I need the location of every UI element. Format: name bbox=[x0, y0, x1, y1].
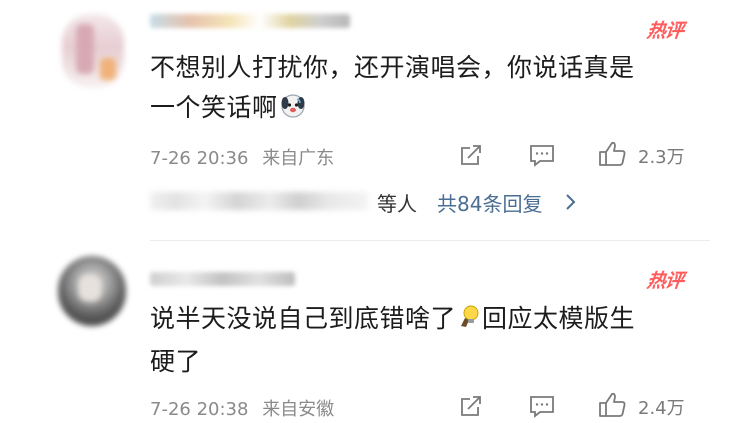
hot-comment-badge: 热评 bbox=[645, 20, 684, 42]
like-count: 2.4万 bbox=[638, 398, 685, 419]
comment-text-line: 一个笑话啊 bbox=[150, 88, 710, 131]
dog-emoji-icon bbox=[280, 91, 306, 131]
thumbs-up-icon bbox=[598, 140, 628, 172]
share-button[interactable] bbox=[458, 393, 484, 423]
comment-button[interactable] bbox=[528, 393, 556, 423]
timestamp: 7-26 20:38 bbox=[150, 399, 249, 420]
comment-text-line: 硬了 bbox=[150, 347, 202, 376]
replies-row[interactable]: 等人 共84条回复 bbox=[150, 186, 590, 216]
comment-icon bbox=[528, 393, 556, 423]
avatar[interactable] bbox=[62, 14, 124, 88]
comment-meta: 7-26 20:36 来自广东 bbox=[150, 144, 342, 170]
comment-text: 不想别人打扰你，还开演唱会，你说话真是 一个笑话啊 bbox=[150, 48, 710, 131]
share-icon bbox=[458, 393, 484, 423]
view-replies-link[interactable]: 共84条回复 bbox=[437, 188, 542, 217]
comment-text-segment: 说半天没说自己到底错啥了 bbox=[150, 304, 457, 333]
share-icon bbox=[458, 142, 484, 172]
username-redacted[interactable] bbox=[150, 14, 350, 28]
divider bbox=[150, 240, 710, 241]
avatar-blur bbox=[78, 274, 102, 302]
location: 来自广东 bbox=[262, 148, 335, 169]
thumbs-up-icon bbox=[598, 391, 628, 423]
comment-text: 说半天没说自己到底错啥了 回应太模版生 硬了 bbox=[150, 299, 710, 382]
comment-text-line: 说半天没说自己到底错啥了 回应太模版生 bbox=[150, 299, 710, 342]
reply-users-suffix: 等人 bbox=[377, 192, 417, 216]
location: 来自安徽 bbox=[262, 399, 335, 420]
comment-meta: 7-26 20:38 来自安徽 bbox=[150, 395, 342, 421]
like-count: 2.3万 bbox=[638, 147, 685, 168]
comment-text-segment: 回应太模版生 bbox=[482, 304, 636, 333]
comment-item: 热评 说半天没说自己到底错啥了 回应太模版生 硬了 7-26 20:38 来自安… bbox=[0, 242, 747, 421]
reply-users-redacted bbox=[150, 192, 368, 210]
comment-button[interactable] bbox=[528, 142, 556, 172]
timestamp: 7-26 20:36 bbox=[150, 148, 249, 169]
like-button[interactable]: 2.4万 bbox=[598, 391, 685, 423]
comment-icon bbox=[528, 142, 556, 172]
comment-text-line: 不想别人打扰你，还开演唱会，你说话真是 bbox=[150, 53, 635, 82]
lightbulb-emoji-icon bbox=[458, 302, 482, 342]
comment-text-segment: 一个笑话啊 bbox=[150, 93, 278, 122]
like-button[interactable]: 2.3万 bbox=[598, 140, 685, 172]
comment-item: 热评 不想别人打扰你，还开演唱会，你说话真是 一个笑话啊 7-26 20:36 … bbox=[0, 0, 747, 240]
username-redacted[interactable] bbox=[150, 272, 295, 286]
avatar-blur bbox=[76, 24, 94, 74]
avatar[interactable] bbox=[58, 256, 126, 326]
share-button[interactable] bbox=[458, 142, 484, 172]
chevron-right-icon bbox=[564, 193, 576, 215]
avatar-blur bbox=[100, 58, 116, 80]
hot-comment-badge: 热评 bbox=[645, 270, 684, 292]
